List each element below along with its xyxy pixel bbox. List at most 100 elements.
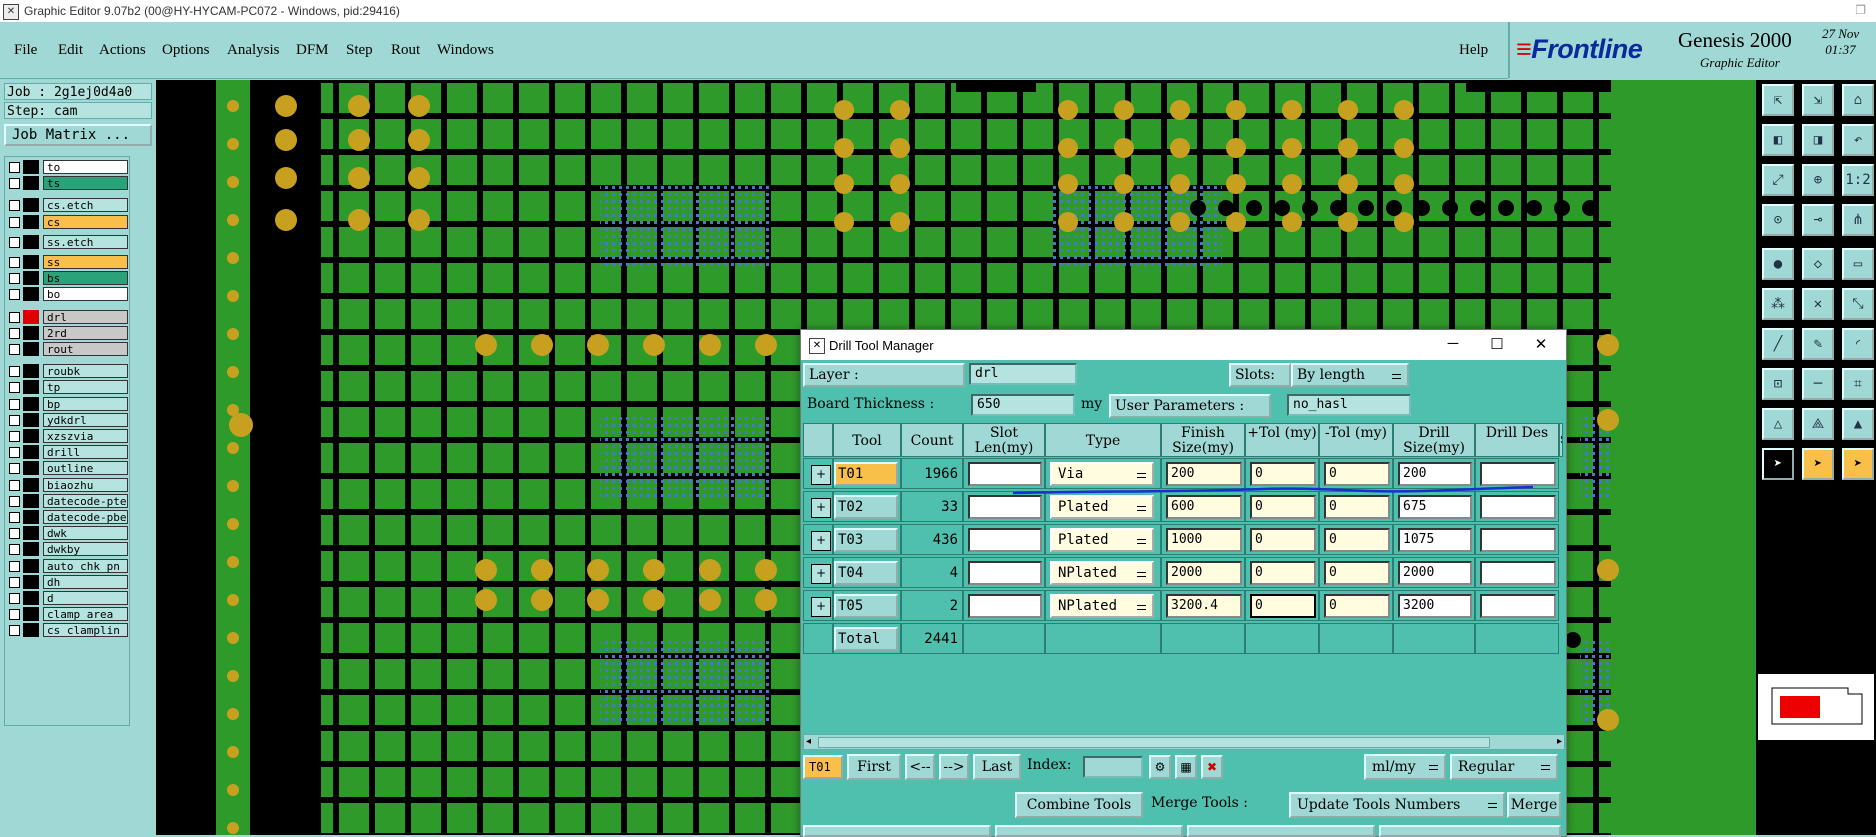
layer-checkbox[interactable]: [9, 236, 20, 248]
expand-row-icon[interactable]: +: [811, 531, 831, 551]
layer-row-1[interactable]: ts: [7, 176, 129, 191]
layer-color-swatch[interactable]: [23, 325, 39, 340]
pointer-icon[interactable]: ➤: [1762, 448, 1794, 480]
layer-checkbox[interactable]: [9, 512, 20, 523]
layer-row-5[interactable]: ss: [7, 255, 129, 269]
menu-actions[interactable]: Actions: [99, 42, 146, 59]
expand-row-icon[interactable]: +: [811, 564, 831, 584]
layer-color-swatch[interactable]: [23, 429, 39, 443]
drill-des-input[interactable]: [1480, 561, 1556, 585]
layer-row-16[interactable]: drill: [7, 445, 129, 460]
tri3-icon[interactable]: ▲: [1842, 408, 1874, 440]
select-icon[interactable]: ⊡: [1762, 368, 1794, 400]
layer-checkbox[interactable]: [9, 398, 20, 410]
undo-icon[interactable]: ↶: [1842, 124, 1874, 156]
layer-row-22[interactable]: dwkby: [7, 542, 129, 557]
layer-checkbox[interactable]: [9, 544, 20, 556]
type-dropdown[interactable]: NPlated: [1050, 594, 1154, 618]
grid-icon[interactable]: ⌗: [1842, 368, 1874, 400]
layer-row-2[interactable]: cs.etch: [7, 198, 129, 213]
triangle-icon[interactable]: △: [1762, 408, 1794, 440]
layer-row-14[interactable]: ydkdrl: [7, 412, 129, 427]
layer-color-swatch[interactable]: [23, 574, 39, 589]
bottom-button-1[interactable]: [803, 825, 991, 837]
zoom-icon[interactable]: ⊕: [1802, 164, 1834, 196]
layer-row-12[interactable]: tp: [7, 380, 129, 395]
draw-icon[interactable]: ╱: [1762, 328, 1794, 360]
layer-checkbox[interactable]: [9, 200, 20, 212]
units-dropdown[interactable]: ml/my: [1364, 754, 1446, 780]
layer-name[interactable]: ydkdrl: [43, 412, 128, 427]
menu-rout[interactable]: Rout: [391, 42, 420, 59]
layer-color-swatch[interactable]: [23, 558, 39, 573]
layer-name[interactable]: outline: [43, 461, 128, 476]
layer-color-swatch[interactable]: [23, 623, 39, 638]
pen-icon[interactable]: ✎: [1802, 328, 1834, 360]
layer-color-swatch[interactable]: [23, 309, 39, 324]
layer-name[interactable]: ss.etch: [43, 234, 128, 249]
plus-tol-input[interactable]: 0: [1250, 528, 1316, 552]
layer-color-swatch[interactable]: [23, 445, 39, 460]
layer-row-18[interactable]: biaozhu: [7, 477, 129, 492]
layer-row-3[interactable]: cs: [7, 214, 129, 229]
menu-file[interactable]: File: [14, 42, 37, 59]
drill-size-input[interactable]: 2000: [1398, 561, 1472, 585]
delete-icon[interactable]: ✖: [1201, 755, 1223, 779]
layer-row-7[interactable]: bo: [7, 287, 129, 302]
board-thickness-field[interactable]: 650: [971, 394, 1075, 416]
scroll-thumb[interactable]: [818, 737, 1490, 748]
layer-name[interactable]: ss: [43, 255, 128, 269]
layer-name[interactable]: cs.etch: [43, 198, 128, 213]
layer-color-swatch[interactable]: [23, 396, 39, 411]
layer-name[interactable]: dwkby: [43, 542, 128, 557]
mode-dropdown[interactable]: Regular: [1450, 754, 1558, 780]
menu-analysis[interactable]: Analysis: [227, 42, 280, 59]
layer-name[interactable]: bs: [43, 271, 128, 286]
layer-row-24[interactable]: dh: [7, 574, 129, 589]
layer-name[interactable]: bp: [43, 396, 128, 411]
combine-tools-button[interactable]: Combine Tools: [1015, 792, 1143, 818]
menu-edit[interactable]: Edit: [58, 42, 83, 59]
layer-name[interactable]: dwk: [43, 526, 128, 541]
layer-color-swatch[interactable]: [23, 591, 39, 605]
layer-color-swatch[interactable]: [23, 160, 39, 174]
expand-row-icon[interactable]: +: [811, 498, 831, 518]
left-icon[interactable]: ◧: [1762, 124, 1794, 156]
layer-color-swatch[interactable]: [23, 412, 39, 427]
table-icon[interactable]: ▦: [1175, 755, 1197, 779]
restore-button[interactable]: ❐: [1855, 3, 1866, 17]
layer-name[interactable]: drl: [43, 309, 128, 324]
drill-size-input[interactable]: 1075: [1398, 528, 1472, 552]
layer-row-19[interactable]: datecode-pte: [7, 493, 129, 508]
bottom-button-2[interactable]: [995, 825, 1183, 837]
layer-name[interactable]: rout: [43, 342, 128, 356]
cross-icon[interactable]: ✕: [1802, 288, 1834, 320]
layer-checkbox[interactable]: [9, 289, 20, 301]
layer-checkbox[interactable]: [9, 479, 20, 491]
slots-dropdown[interactable]: By length: [1291, 363, 1409, 387]
layer-checkbox[interactable]: [9, 178, 20, 190]
layer-row-0[interactable]: to: [7, 160, 129, 174]
measure-icon[interactable]: ⊙: [1762, 204, 1794, 236]
layer-name[interactable]: dh: [43, 574, 128, 589]
layer-checkbox[interactable]: [9, 625, 20, 637]
layer-name[interactable]: biaozhu: [43, 477, 128, 492]
layer-checkbox[interactable]: [9, 414, 20, 426]
plus-tol-input[interactable]: 0: [1250, 594, 1316, 618]
layer-row-4[interactable]: ss.etch: [7, 234, 129, 249]
layer-checkbox[interactable]: [9, 366, 20, 378]
layer-row-26[interactable]: clamp_area: [7, 607, 129, 622]
home-icon[interactable]: ⌂: [1842, 84, 1874, 116]
layer-color-swatch[interactable]: [23, 510, 39, 524]
minus-icon[interactable]: ─: [1802, 368, 1834, 400]
layer-checkbox[interactable]: [9, 463, 20, 475]
layer-row-21[interactable]: dwk: [7, 526, 129, 541]
layer-color-swatch[interactable]: [23, 234, 39, 249]
settings-icon[interactable]: ⚙: [1149, 755, 1171, 779]
finish-size-input[interactable]: 2000: [1166, 561, 1242, 585]
layer-checkbox[interactable]: [9, 273, 20, 285]
layer-color-swatch[interactable]: [23, 364, 39, 379]
menu-windows[interactable]: Windows: [437, 42, 494, 59]
type-dropdown[interactable]: Plated: [1050, 528, 1154, 552]
scroll-right-icon[interactable]: ▸: [1557, 736, 1562, 747]
